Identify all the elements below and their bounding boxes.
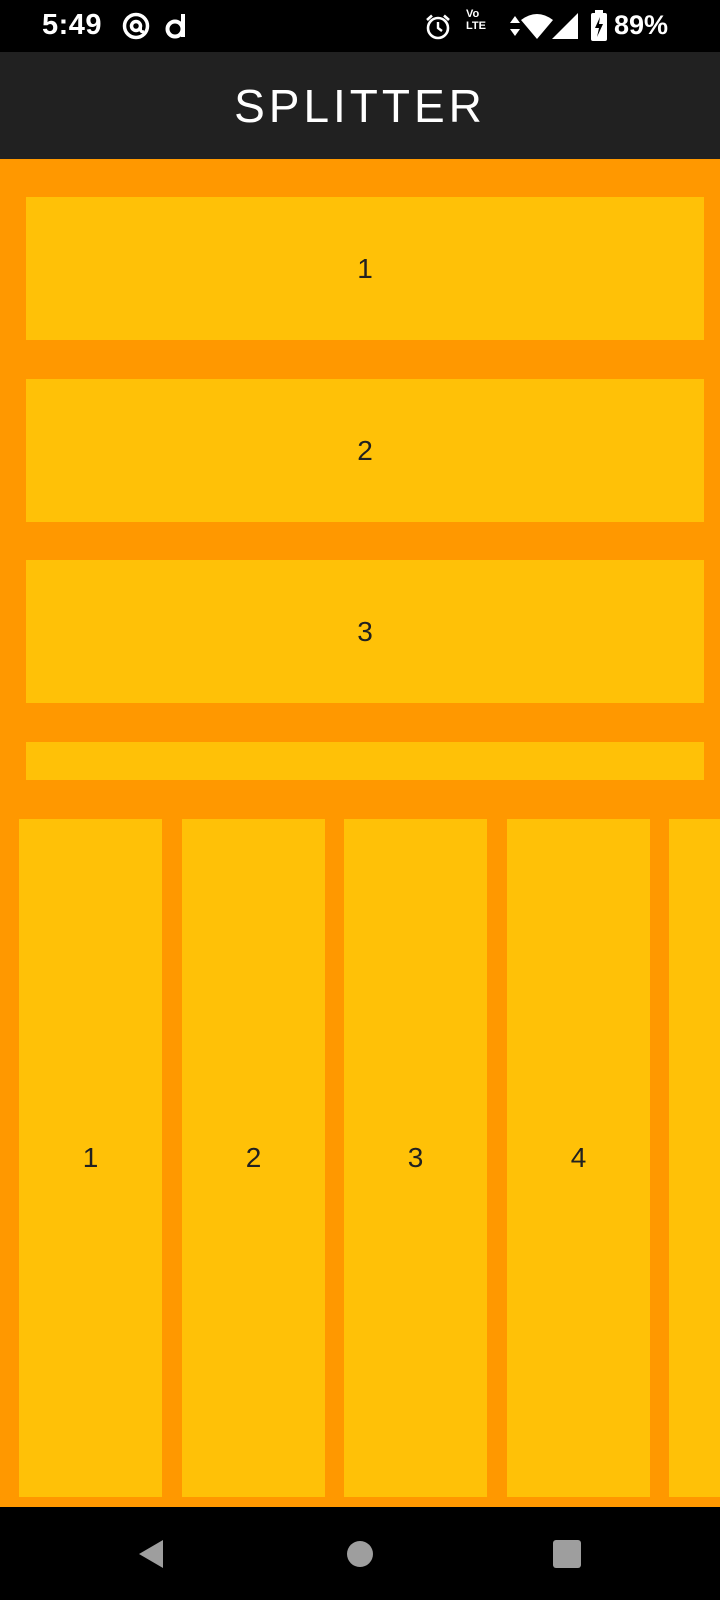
horizontal-panel-2[interactable]: 2 [26, 379, 704, 522]
home-button[interactable] [300, 1507, 420, 1600]
recents-button[interactable] [507, 1507, 627, 1600]
lte-label: LTE [466, 20, 486, 32]
horizontal-panel-3[interactable]: 3 [26, 560, 704, 703]
panel-label: 1 [357, 252, 373, 284]
back-button[interactable] [91, 1507, 211, 1600]
vertical-panel-4[interactable]: 4 [507, 819, 650, 1497]
panel-label: 3 [407, 1142, 424, 1173]
status-time: 5:49 [42, 9, 103, 41]
splitter-content: 1 2 3 1 2 3 4 [0, 159, 720, 1507]
recents-icon [553, 1539, 581, 1568]
panel-label: 3 [357, 615, 373, 647]
app-bar: SPLITTER [0, 52, 720, 159]
horizontal-panel-1[interactable]: 1 [26, 197, 704, 340]
battery-charging-icon [591, 10, 607, 41]
page-title: SPLITTER [234, 79, 486, 132]
panel-label: 2 [357, 434, 373, 466]
panel-label: 1 [82, 1142, 99, 1173]
at-sign-icon [122, 12, 150, 40]
battery-percent: 89% [614, 10, 669, 40]
d-app-icon [165, 14, 185, 39]
horizontal-panel-4[interactable] [26, 742, 704, 780]
signal-icon [552, 13, 578, 39]
screen: 5:49 Vo LTE 89% SPLITTER 1 2 3 1 2 3 4 [0, 0, 720, 1600]
navigation-bar [0, 1507, 720, 1600]
status-bar: 5:49 Vo LTE 89% [0, 0, 720, 52]
volte-label: Vo [466, 8, 480, 20]
back-icon [139, 1539, 163, 1568]
wifi-icon [521, 14, 553, 39]
vertical-panel-2[interactable]: 2 [182, 819, 325, 1497]
vertical-panel-3[interactable]: 3 [344, 819, 487, 1497]
panel-label: 4 [570, 1142, 587, 1173]
alarm-icon [426, 14, 450, 40]
vertical-panel-1[interactable]: 1 [19, 819, 162, 1497]
home-icon [347, 1540, 373, 1567]
vertical-panel-5[interactable] [669, 819, 720, 1497]
volte-icon: Vo LTE [466, 8, 486, 32]
panel-label: 2 [245, 1142, 262, 1173]
